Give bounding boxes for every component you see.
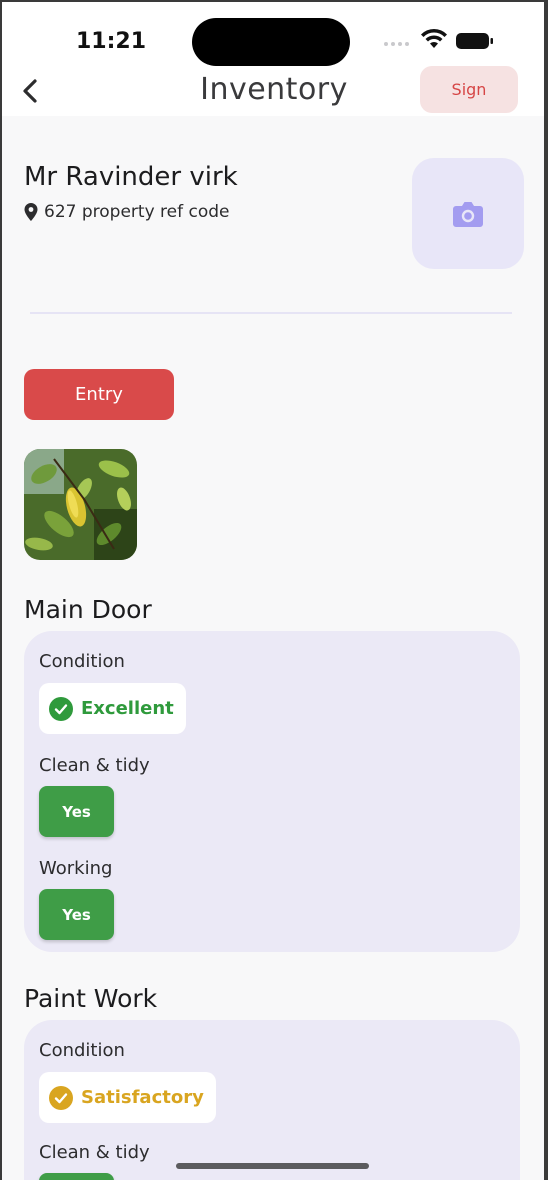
cellular-signal-icon [384, 42, 409, 46]
condition-value: Excellent [81, 698, 174, 719]
status-time: 11:21 [76, 29, 147, 54]
clean-tidy-yes-button[interactable] [39, 1173, 114, 1180]
home-indicator [176, 1163, 369, 1169]
clean-tidy-label: Clean & tidy [39, 1142, 150, 1163]
check-circle-icon [49, 696, 73, 721]
entry-button[interactable]: Entry [24, 369, 174, 420]
condition-label: Condition [39, 1040, 125, 1061]
section-title-paint-work: Paint Work [24, 984, 158, 1013]
check-circle-icon [49, 1085, 73, 1110]
camera-icon [453, 201, 483, 227]
clean-tidy-yes-button[interactable]: Yes [39, 786, 114, 837]
wifi-icon [421, 28, 447, 48]
dynamic-island [192, 18, 350, 66]
property-address: 627 property ref code [24, 202, 230, 222]
add-photo-button[interactable] [412, 158, 524, 269]
condition-value: Satisfactory [81, 1087, 204, 1108]
navigation-bar: Inventory Sign [2, 66, 544, 116]
inventory-photo-thumbnail[interactable] [24, 449, 137, 560]
clean-tidy-label: Clean & tidy [39, 755, 150, 776]
paint-work-card: Condition Satisfactory Clean & tidy [24, 1020, 520, 1180]
map-pin-icon [24, 203, 38, 221]
section-divider [30, 312, 512, 314]
main-door-card: Condition Excellent Clean & tidy Yes Wor… [24, 631, 520, 952]
app-screen: 11:21 Inventory Sign Mr Ravinder virk 62… [0, 0, 544, 1180]
condition-chip-excellent[interactable]: Excellent [39, 683, 186, 734]
sign-button[interactable]: Sign [420, 66, 518, 113]
section-title-main-door: Main Door [24, 595, 152, 624]
address-text: 627 property ref code [44, 202, 230, 222]
condition-chip-satisfactory[interactable]: Satisfactory [39, 1072, 216, 1123]
condition-label: Condition [39, 651, 125, 672]
working-yes-button[interactable]: Yes [39, 889, 114, 940]
battery-icon [456, 33, 493, 49]
working-label: Working [39, 858, 113, 879]
leaf-photo-image [24, 449, 137, 560]
owner-name: Mr Ravinder virk [24, 162, 238, 192]
status-bar: 11:21 [2, 2, 544, 66]
